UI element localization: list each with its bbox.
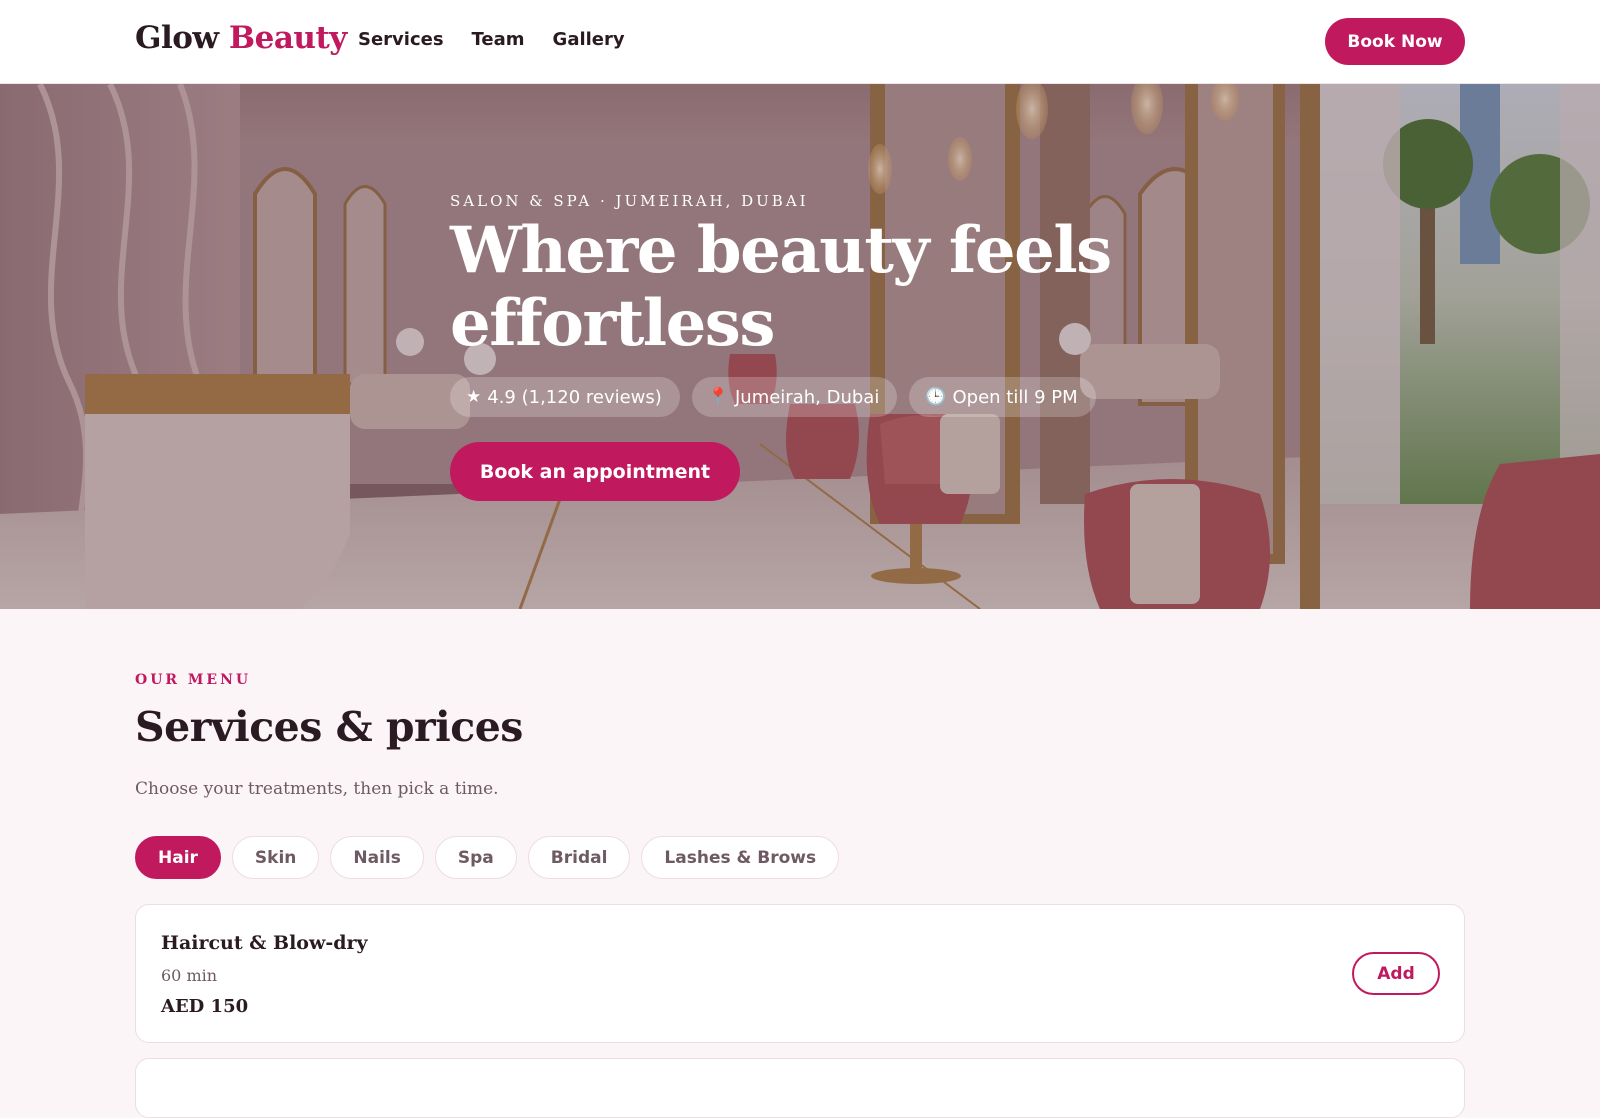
star-icon: ★ <box>466 387 482 407</box>
clock-icon: 🕒 <box>925 387 947 407</box>
section-eyebrow: OUR MENU <box>135 672 252 688</box>
section-title: Services & prices <box>135 703 523 751</box>
hero-section: SALON & SPA · JUMEIRAH, DUBAI Where beau… <box>0 84 1600 609</box>
logo-text-beauty: Beauty <box>228 20 347 56</box>
tab-spa[interactable]: Spa <box>434 836 517 879</box>
location-text: Jumeirah, Dubai <box>734 386 880 408</box>
logo-text-glow: Glow <box>135 20 219 56</box>
hero-title: Where beauty feels effortless <box>450 213 1112 361</box>
tab-lashes-brows[interactable]: Lashes & Brows <box>641 836 840 879</box>
book-now-button[interactable]: Book Now <box>1325 18 1465 65</box>
location-pin-icon: 📍 <box>707 387 729 407</box>
logo[interactable]: Glow Beauty <box>135 20 347 56</box>
tab-hair[interactable]: Hair <box>135 836 221 879</box>
location-chip: 📍 Jumeirah, Dubai <box>691 377 898 417</box>
nav-link-gallery[interactable]: Gallery <box>553 29 625 50</box>
book-appointment-button[interactable]: Book an appointment <box>450 442 740 501</box>
hours-text: Open till 9 PM <box>952 386 1078 408</box>
hero-eyebrow: SALON & SPA · JUMEIRAH, DUBAI <box>450 192 809 210</box>
section-subtitle: Choose your treatments, then pick a time… <box>135 779 499 799</box>
tab-skin[interactable]: Skin <box>231 836 320 879</box>
nav-link-team[interactable]: Team <box>472 29 525 50</box>
service-price: AED 150 <box>161 996 249 1017</box>
add-service-button[interactable]: Add <box>1352 952 1440 995</box>
main-nav: Services Team Gallery <box>358 29 625 50</box>
nav-link-services[interactable]: Services <box>358 29 444 50</box>
hero-info-chips: ★ 4.9 (1,120 reviews) 📍 Jumeirah, Dubai … <box>450 377 1096 417</box>
tab-bridal[interactable]: Bridal <box>527 836 631 879</box>
site-header: Glow Beauty Services Team Gallery Book N… <box>0 0 1600 84</box>
rating-text: 4.9 (1,120 reviews) <box>487 386 662 408</box>
tab-nails[interactable]: Nails <box>330 836 424 879</box>
rating-chip: ★ 4.9 (1,120 reviews) <box>450 377 680 417</box>
hours-chip: 🕒 Open till 9 PM <box>909 377 1096 417</box>
service-category-tabs: Hair Skin Nails Spa Bridal Lashes & Brow… <box>135 836 840 879</box>
service-duration: 60 min <box>161 966 218 985</box>
service-name: Haircut & Blow-dry <box>161 932 368 954</box>
service-card-next <box>135 1058 1465 1118</box>
service-card: Haircut & Blow-dry 60 min AED 150 Add <box>135 904 1465 1043</box>
